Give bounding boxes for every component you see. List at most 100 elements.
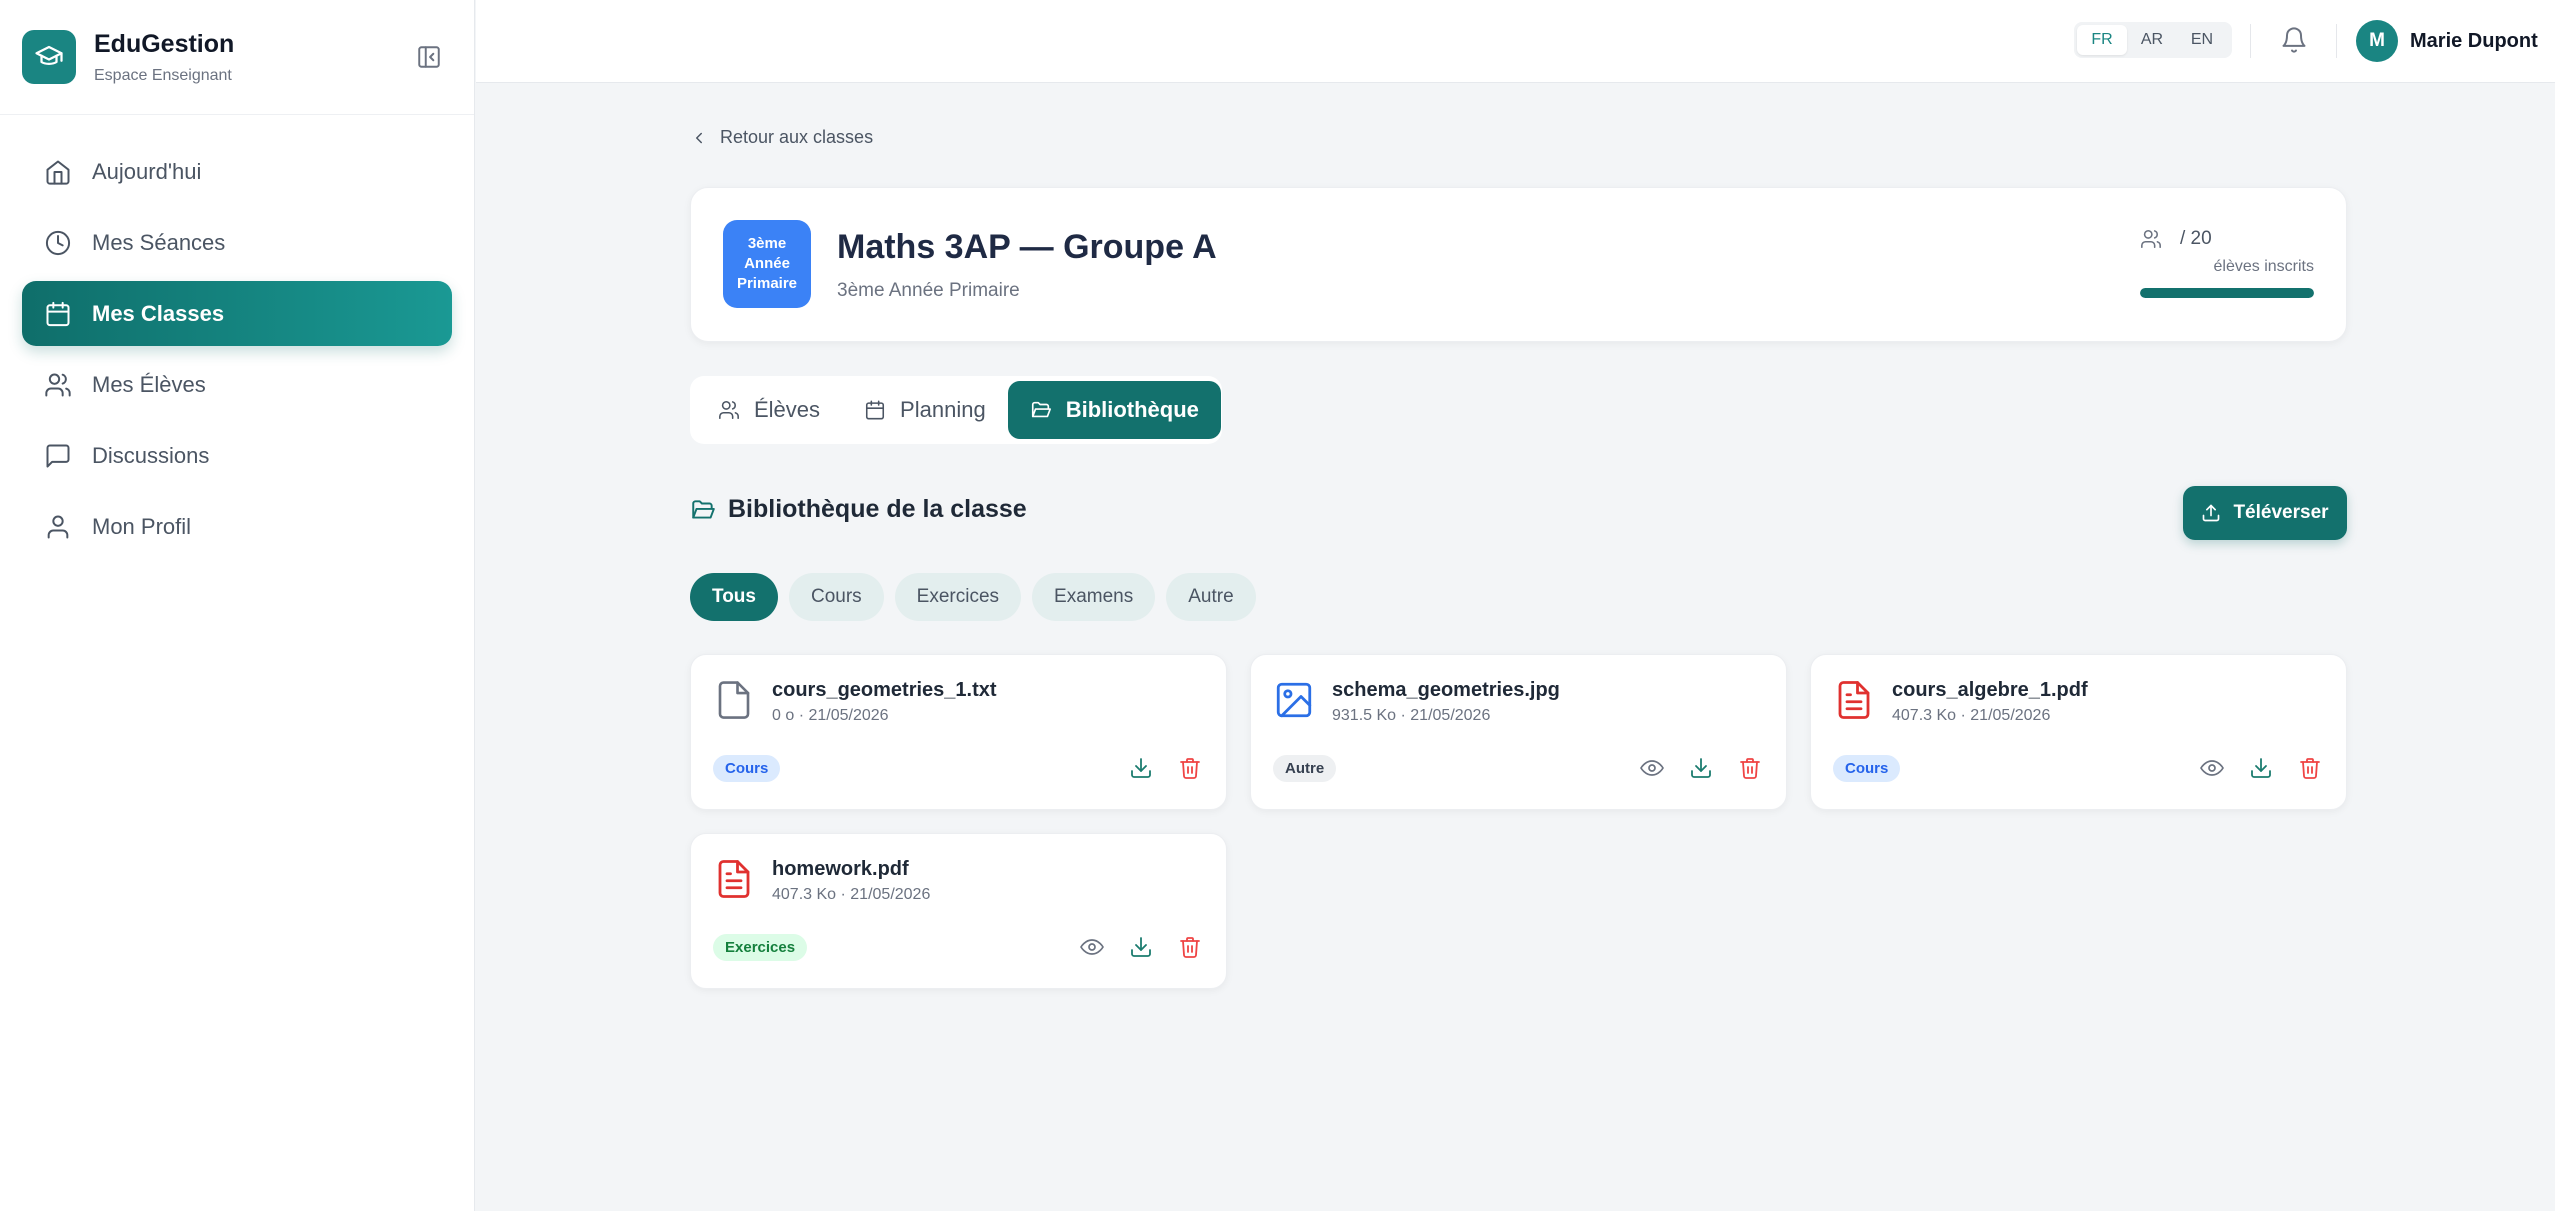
sidebar-item-profile[interactable]: Mon Profil	[22, 494, 452, 559]
library-header: Bibliothèque de la classe	[690, 495, 1027, 524]
avatar: M	[2356, 20, 2398, 62]
user-icon	[44, 513, 72, 541]
file-category-badge: Cours	[713, 755, 781, 782]
enrollment-summary: / 20 élèves inscrits	[2140, 228, 2314, 298]
language-en-button[interactable]: EN	[2177, 25, 2227, 55]
upload-button[interactable]: Téléverser	[2183, 486, 2347, 540]
enrollment-progress-fill	[2140, 288, 2314, 298]
sidebar-item-students[interactable]: Mes Élèves	[22, 352, 452, 417]
tab-label: Bibliothèque	[1065, 397, 1199, 422]
file-actions	[1617, 756, 1764, 782]
trash-icon[interactable]	[1178, 756, 1204, 782]
file-card[interactable]: cours_algebre_1.pdf 407.3 Ko · 21/05/202…	[1810, 654, 2347, 810]
sidebar-item-sessions[interactable]: Mes Séances	[22, 210, 452, 275]
file-actions	[2177, 756, 2324, 782]
sidebar-item-today[interactable]: Aujourd'hui	[22, 139, 452, 204]
file-card[interactable]: cours_geometries_1.txt 0 o · 21/05/2026 …	[690, 654, 1227, 810]
language-fr-button[interactable]: FR	[2077, 25, 2127, 55]
back-link-label: Retour aux classes	[720, 127, 874, 147]
image-file-icon	[1273, 677, 1315, 723]
download-icon[interactable]	[1129, 935, 1155, 961]
file-meta: 407.3 Ko · 21/05/2026	[1892, 707, 2051, 724]
download-icon[interactable]	[1689, 756, 1715, 782]
filter-cours[interactable]: Cours	[788, 573, 884, 621]
trash-icon[interactable]	[1738, 756, 1764, 782]
chevron-left-icon	[696, 132, 702, 143]
file-name: cours_algebre_1.pdf	[1892, 679, 2088, 701]
file-card[interactable]: homework.pdf 407.3 Ko · 21/05/2026 Exerc…	[690, 833, 1227, 989]
folder-open-icon	[1031, 401, 1051, 418]
file-name: cours_geometries_1.txt	[772, 679, 997, 701]
tab-label: Planning	[900, 397, 986, 422]
pdf-file-icon	[713, 856, 755, 902]
pdf-file-icon	[1833, 677, 1875, 723]
enrollment-progress-bar	[2140, 288, 2314, 298]
download-icon[interactable]	[2249, 756, 2275, 782]
sidebar-item-label: Mon Profil	[92, 513, 192, 539]
class-subtitle: 3ème Année Primaire	[837, 280, 1020, 301]
file-meta: 0 o · 21/05/2026	[772, 707, 889, 724]
sidebar-item-label: Mes Classes	[92, 300, 225, 326]
filter-examens[interactable]: Examens	[1032, 573, 1156, 621]
bell-icon[interactable]	[2280, 26, 2308, 54]
sidebar-item-discussions[interactable]: Discussions	[22, 423, 452, 488]
file-name: homework.pdf	[772, 858, 909, 880]
sidebar-collapse-icon[interactable]	[416, 44, 442, 70]
sidebar-item-classes[interactable]: Mes Classes	[22, 281, 452, 346]
class-level-badge: 3ème Année Primaire	[723, 220, 811, 308]
class-tabs: Élèves Planning Bibliothèque	[690, 376, 1222, 444]
file-meta: 931.5 Ko · 21/05/2026	[1332, 707, 1491, 724]
upload-icon	[2203, 504, 2220, 522]
graduation-cap-icon	[22, 30, 76, 84]
folder-open-icon	[692, 499, 715, 519]
file-actions	[1106, 756, 1204, 782]
sidebar-item-label: Discussions	[92, 442, 210, 468]
file-card[interactable]: schema_geometries.jpg 931.5 Ko · 21/05/2…	[1250, 654, 1787, 810]
tab-library[interactable]: Bibliothèque	[1007, 381, 1221, 439]
upload-button-label: Téléverser	[2233, 502, 2329, 523]
filter-autre[interactable]: Autre	[1166, 573, 1256, 621]
library-title: Bibliothèque de la classe	[728, 495, 1027, 523]
eye-icon[interactable]	[2200, 756, 2226, 782]
filter-all[interactable]: Tous	[690, 573, 778, 621]
sidebar-item-label: Aujourd'hui	[92, 158, 202, 184]
users-icon	[44, 371, 72, 399]
text-file-icon	[713, 677, 755, 723]
users-icon	[2140, 228, 2162, 250]
topbar-divider	[2250, 24, 2251, 58]
eye-icon[interactable]	[1640, 756, 1666, 782]
file-meta: 407.3 Ko · 21/05/2026	[772, 886, 931, 903]
topbar-divider	[2336, 24, 2337, 58]
user-menu[interactable]: M Marie Dupont	[2356, 20, 2538, 62]
sidebar-item-label: Mes Séances	[92, 229, 226, 255]
language-ar-button[interactable]: AR	[2127, 25, 2177, 55]
tab-planning[interactable]: Planning	[842, 381, 1008, 439]
home-icon	[44, 158, 72, 186]
calendar-icon	[866, 400, 885, 420]
eye-icon[interactable]	[1080, 935, 1106, 961]
enrolled-label: élèves inscrits	[2213, 258, 2314, 275]
enrolled-count: / 20	[2180, 228, 2212, 249]
file-actions	[1057, 935, 1204, 961]
file-category-badge: Exercices	[713, 934, 808, 961]
sidebar-item-label: Mes Élèves	[92, 371, 206, 397]
tab-label: Élèves	[754, 397, 821, 422]
brand: EduGestion Espace Enseignant	[0, 0, 474, 115]
language-switcher: FR AR EN	[2074, 22, 2232, 58]
download-icon[interactable]	[1129, 756, 1155, 782]
user-name: Marie Dupont	[2410, 29, 2538, 52]
clock-icon	[44, 229, 72, 257]
chat-icon	[44, 442, 72, 470]
calendar-icon	[44, 300, 72, 328]
topbar	[476, 0, 2555, 83]
filter-exercices[interactable]: Exercices	[894, 573, 1022, 621]
class-header-card: 3ème Année Primaire Maths 3AP — Groupe A…	[690, 187, 2347, 342]
tab-students[interactable]: Élèves	[696, 381, 842, 439]
class-title: Maths 3AP — Groupe A	[837, 228, 1217, 266]
trash-icon[interactable]	[1178, 935, 1204, 961]
file-name: schema_geometries.jpg	[1332, 679, 1560, 701]
file-category-badge: Cours	[1833, 755, 1901, 782]
trash-icon[interactable]	[2298, 756, 2324, 782]
brand-subtitle: Espace Enseignant	[94, 66, 232, 84]
back-to-classes-link[interactable]: Retour aux classes	[690, 127, 873, 148]
